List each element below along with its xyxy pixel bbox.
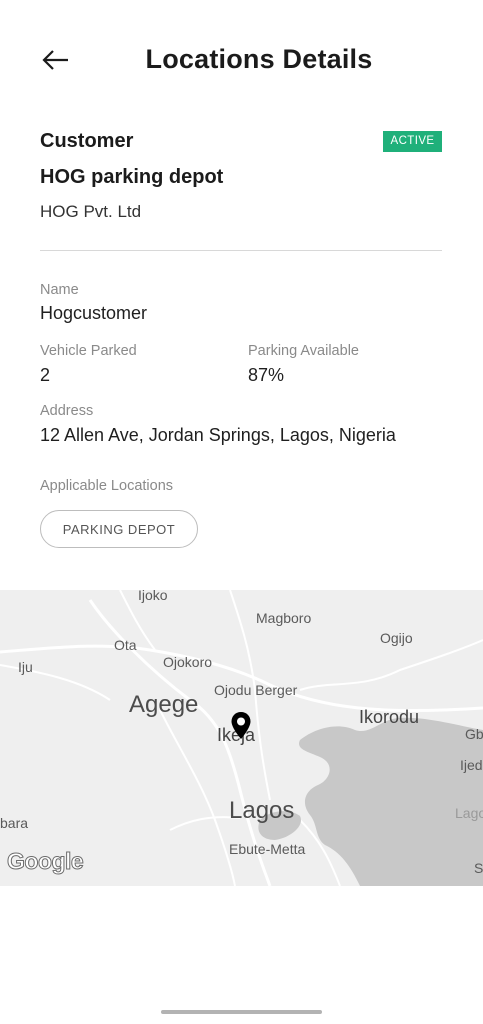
location-name: HOG parking depot <box>40 166 224 188</box>
map-pin-icon[interactable] <box>230 711 252 741</box>
map-label-ebute-metta: Ebute-Metta <box>229 841 306 857</box>
map-label-ojokoro: Ojokoro <box>163 654 213 670</box>
map-label-s: S <box>474 860 483 876</box>
vehicle-parked-value: 2 <box>40 365 51 385</box>
applicable-locations-label: Applicable Locations <box>40 478 174 494</box>
status-badge: ACTIVE <box>383 131 442 152</box>
map-label-agege: Agege <box>129 691 199 718</box>
name-label: Name <box>40 282 79 298</box>
company-name: HOG Pvt. Ltd <box>40 202 142 221</box>
map-label-iju: Iju <box>18 659 33 675</box>
map-label-ikorodu: Ikorodu <box>359 707 420 727</box>
vehicle-parked-label: Vehicle Parked <box>40 343 137 359</box>
address-value: 12 Allen Ave, Jordan Springs, Lagos, Nig… <box>40 425 396 445</box>
google-logo: Google <box>6 848 84 875</box>
divider <box>40 250 442 251</box>
address-label: Address <box>40 403 94 419</box>
map-label-ijoko: Ijoko <box>138 590 168 603</box>
page-title: Locations Details <box>145 44 373 74</box>
map-label-lagos: Lagos <box>229 797 295 824</box>
map-label-lagos-lagoon: Lago <box>455 805 483 821</box>
map-label-magboro: Magboro <box>256 610 312 626</box>
parking-available-label: Parking Available <box>248 343 359 359</box>
customer-type-label: Customer <box>40 130 134 152</box>
app-header: Locations Details <box>0 0 483 120</box>
map-label-gb: Gb <box>465 726 483 742</box>
map-label-ogijo: Ogijo <box>380 630 413 646</box>
parking-available-value: 87% <box>248 365 285 385</box>
name-value: Hogcustomer <box>40 303 148 323</box>
location-chip-parking-depot[interactable]: PARKING DEPOT <box>40 510 198 548</box>
map-label-ojodu-berger: Ojodu Berger <box>214 682 298 698</box>
map-label-ije: Ijed <box>460 757 483 773</box>
map-label-bara: bara <box>0 815 29 831</box>
map-label-ota: Ota <box>114 637 137 653</box>
home-indicator[interactable] <box>161 1010 322 1014</box>
